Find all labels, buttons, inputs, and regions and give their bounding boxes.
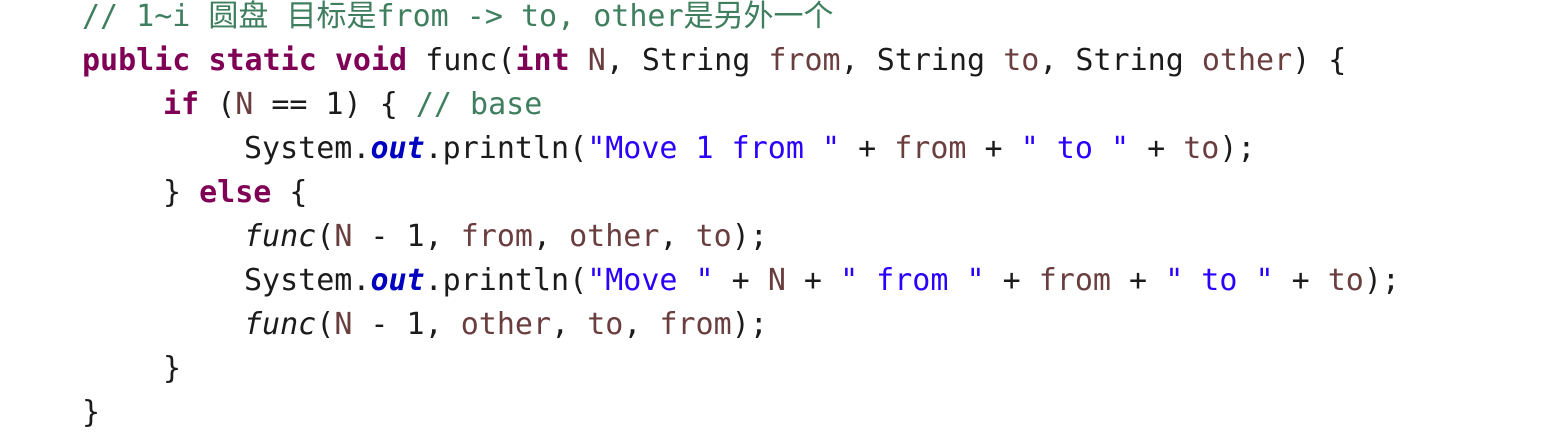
plain-code-token <box>190 43 208 78</box>
plain-code-token: == 1) { <box>253 87 416 122</box>
variable-token: other <box>460 307 552 342</box>
plain-code-token: + <box>840 131 895 166</box>
variable-token: from <box>894 131 967 166</box>
plain-code-token: .println( <box>424 131 588 166</box>
code-line-8: func(N - 1, other, to, from); <box>244 303 768 347</box>
keyword-token: public <box>82 43 191 78</box>
string-literal-token: "Move " <box>587 263 714 298</box>
code-line-5: } else { <box>163 171 308 215</box>
plain-code-token: , <box>533 219 570 254</box>
static-field-token: out <box>370 263 425 298</box>
plain-code-token: } <box>82 395 101 430</box>
plain-code-token: ( <box>199 87 236 122</box>
variable-token: N <box>235 87 254 122</box>
plain-code-token: , <box>623 307 660 342</box>
plain-code-token: , <box>659 219 696 254</box>
plain-code-token: , String <box>840 43 1004 78</box>
comment-token: // base <box>415 87 543 122</box>
plain-code-token: , String <box>605 43 769 78</box>
plain-code-token: ); <box>731 307 768 342</box>
plain-code-token: ( <box>316 307 335 342</box>
plain-code-token: .println( <box>424 263 588 298</box>
code-line-10: } <box>82 391 100 435</box>
plain-code-token: - 1, <box>352 307 461 342</box>
plain-code-token: ( <box>316 219 335 254</box>
code-line-4: System.out.println("Move 1 from " + from… <box>244 127 1256 171</box>
plain-code-token: ); <box>1363 263 1400 298</box>
string-literal-token: "Move 1 from " <box>587 131 841 166</box>
plain-code-token: , <box>551 307 588 342</box>
plain-code-token: System. <box>244 263 371 298</box>
code-line-6: func(N - 1, from, other, to); <box>244 215 768 259</box>
variable-token: to <box>587 307 624 342</box>
plain-code-token: - 1, <box>352 219 461 254</box>
keyword-token: else <box>199 175 272 210</box>
variable-token: from <box>460 219 533 254</box>
comment-token: // 1~i 圆盘 目标是from -> to, other是另外一个 <box>82 0 834 34</box>
variable-token: from <box>768 43 841 78</box>
plain-code-token: } <box>163 175 200 210</box>
code-line-2: public static void func(int N, String fr… <box>82 39 1346 83</box>
plain-code-token: , String <box>1039 43 1202 78</box>
variable-token: other <box>569 219 660 254</box>
string-literal-token: " to " <box>1020 131 1130 166</box>
string-literal-token: " from " <box>840 263 985 298</box>
code-line-7: System.out.println("Move " + N + " from … <box>244 259 1400 303</box>
code-line-1: // 1~i 圆盘 目标是from -> to, other是另外一个 <box>82 0 834 39</box>
string-literal-token: " to " <box>1165 263 1274 298</box>
static-method-call-token: func <box>244 307 317 342</box>
variable-token: N <box>334 219 353 254</box>
plain-code-token: ); <box>1219 131 1256 166</box>
variable-token: to <box>1327 263 1364 298</box>
keyword-token: int <box>515 43 570 78</box>
plain-code-token: + <box>713 263 768 298</box>
variable-token: from <box>1038 263 1111 298</box>
plain-code-token: func( <box>407 43 516 78</box>
plain-code-token: } <box>163 351 182 386</box>
plain-code-token: + <box>984 263 1039 298</box>
plain-code-token <box>570 43 588 78</box>
code-line-3: if (N == 1) { // base <box>163 83 542 127</box>
variable-token: to <box>695 219 732 254</box>
variable-token: to <box>1003 43 1040 78</box>
plain-code-token: + <box>1273 263 1328 298</box>
variable-token: other <box>1201 43 1293 78</box>
plain-code-token: + <box>1129 131 1184 166</box>
plain-code-token: + <box>1111 263 1166 298</box>
plain-code-token: { <box>271 175 308 210</box>
code-line-9: } <box>163 347 181 391</box>
plain-code-token: ); <box>731 219 768 254</box>
plain-code-token: + <box>785 263 841 298</box>
keyword-token: void <box>334 43 408 78</box>
plain-code-token: System. <box>244 131 371 166</box>
keyword-token: if <box>163 87 200 122</box>
variable-token: to <box>1183 131 1220 166</box>
variable-token: N <box>334 307 353 342</box>
static-method-call-token: func <box>244 219 317 254</box>
code-editor[interactable]: // 1~i 圆盘 目标是from -> to, other是另外一个 publ… <box>0 0 1557 439</box>
variable-token: N <box>587 43 606 78</box>
plain-code-token: + <box>966 131 1021 166</box>
static-field-token: out <box>370 131 425 166</box>
variable-token: from <box>659 307 732 342</box>
keyword-token: static <box>208 43 317 78</box>
variable-token: N <box>767 263 786 298</box>
plain-code-token: ) { <box>1292 43 1347 78</box>
plain-code-token <box>317 43 335 78</box>
